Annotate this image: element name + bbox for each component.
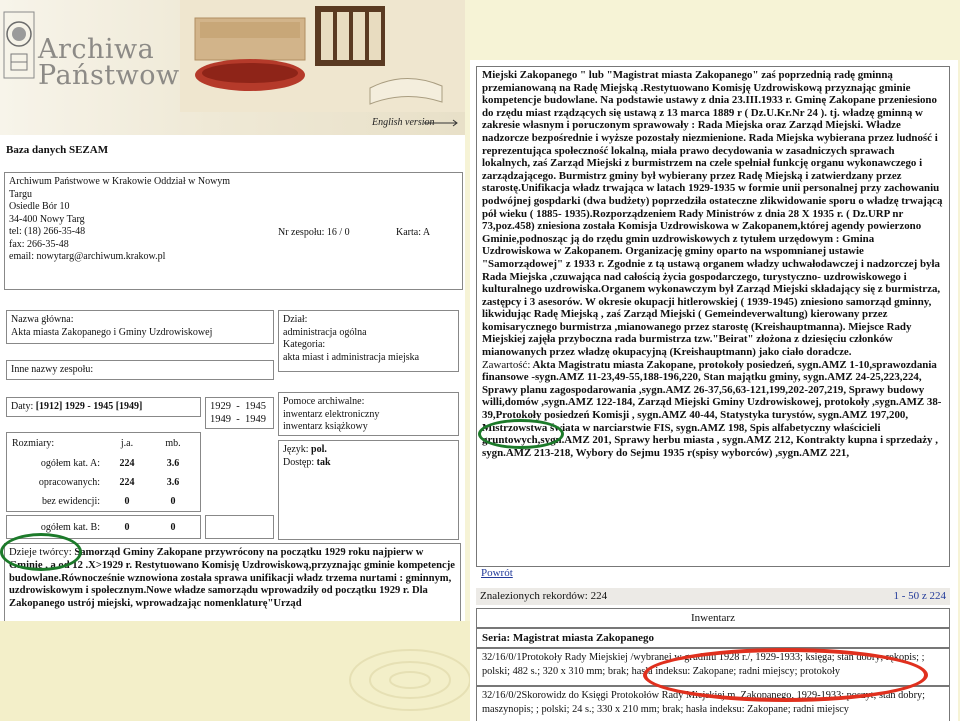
dates-label: Daty: <box>11 401 34 412</box>
language-access-box: Język: pol. Dostęp: tak <box>278 440 459 540</box>
back-link[interactable]: Powrót <box>481 567 513 579</box>
main-name-box: Nazwa główna: Akta miasta Zakopanego i G… <box>6 310 274 344</box>
language-line: Język: pol. <box>283 444 454 457</box>
fond-number: Nr zespołu: 16 / 0 <box>278 227 350 238</box>
contents-block: Zawartość: Akta Magistratu miasta Zakopa… <box>482 359 944 460</box>
division-box: Dział: administracja ogólna Kategoria: a… <box>278 310 459 372</box>
sizes-row-processed-meters: 3.6 <box>166 477 180 488</box>
other-names-box: Inne nazwy zespołu: <box>6 360 274 380</box>
language-label: Język: <box>283 444 309 455</box>
database-title: Baza danych SEZAM <box>6 144 109 156</box>
brand-line-panstwowe: Państwowe <box>38 60 197 91</box>
sizes-table: Rozmiary: j.a. mb. ogółem kat. A: 224 3.… <box>10 438 200 538</box>
archival-aids-box: Pomoce archiwalne: inwentarz elektronicz… <box>278 392 459 436</box>
aids-book: inwentarz książkowy <box>283 421 368 432</box>
sizes-b-empty-box <box>205 515 274 539</box>
records-found-bar: Znalezionych rekordów: 224 1 - 50 z 224 <box>476 588 950 605</box>
archive-email: email: nowytarg@archiwum.krakow.pl <box>9 251 166 262</box>
pagination-link[interactable]: 1 - 50 z 224 <box>893 590 946 602</box>
site-banner: Archiwa Państwowe English version <box>0 0 465 135</box>
contents-label: Zawartość: <box>482 358 531 371</box>
archive-name: Archiwum Państwowe w Krakowie Oddział w … <box>9 176 231 187</box>
dates-value: [1912] 1929 - 1945 [1949] <box>35 401 143 412</box>
sizes-row-total-a-label: ogółem kat. A: <box>40 458 100 469</box>
sizes-row-unregistered-units: 0 <box>124 496 130 507</box>
main-name-label: Nazwa główna: <box>11 314 74 325</box>
card-type: Karta: A <box>396 227 431 238</box>
creator-history-text: Samorząd Gminy Zakopane przywrócony na p… <box>9 547 455 610</box>
fond-description-panel: Miejski Zakopanego " lub "Magistrat mias… <box>470 60 958 721</box>
date-ranges-box: 1929 - 1945 1949 - 1949 <box>205 397 274 429</box>
state-archives-seal-icon <box>3 11 35 79</box>
creator-history-box: Dzieje twórcy: Samorząd Gminy Zakopane p… <box>4 543 461 621</box>
date-range-1: 1929 - 1945 <box>210 401 266 412</box>
access-line: Dostęp: tak <box>283 457 454 470</box>
division-label: Dział: <box>283 314 308 325</box>
dates-box: Daty: [1912] 1929 - 1945 [1949] <box>6 397 201 417</box>
inventory-header: Inwentarz <box>476 608 950 628</box>
description-box: Miejski Zakopanego " lub "Magistrat mias… <box>476 66 950 567</box>
archive-fax: fax: 266-35-48 <box>9 238 69 250</box>
archive-address-box: Archiwum Państwowe w Krakowie Oddział w … <box>4 172 463 290</box>
sizes-col-units: j.a. <box>120 438 134 449</box>
archive-postcode: 34-400 Nowy Targ <box>9 213 85 225</box>
records-count: Znalezionych rekordów: 224 <box>480 590 608 602</box>
sizes-row-total-b-units: 0 <box>124 522 130 533</box>
aids-electronic: inwentarz elektroniczny <box>283 408 380 420</box>
inventory-item[interactable]: 32/16/0/1Protokoły Rady Miejskiej /wybra… <box>476 648 950 686</box>
sizes-row-total-a-meters: 3.6 <box>166 458 180 469</box>
date-range-2: 1949 - 1949 <box>210 413 266 425</box>
record-card-panel: Archiwa Państwowe English version Baza d… <box>0 0 465 621</box>
sizes-row-processed-label: opracowanych: <box>38 477 100 488</box>
division-value: administracja ogólna <box>283 326 367 338</box>
contents-text: Akta Magistratu miasta Zakopane, protoko… <box>482 358 942 459</box>
sizes-row-total-b-label: ogółem kat. B: <box>40 522 100 533</box>
inventory-series: Seria: Magistrat miasta Zakopanego <box>476 628 950 648</box>
aids-label: Pomoce archiwalne: <box>283 396 365 407</box>
other-names-label: Inne nazwy zespołu: <box>11 364 94 375</box>
sizes-row-unregistered-label: bez ewidencji: <box>41 496 100 507</box>
sizes-row-total-b-meters: 0 <box>170 522 176 533</box>
access-value: tak <box>316 456 331 468</box>
creator-history-label: Dzieje twórcy: <box>9 547 72 558</box>
banner-archive-photo <box>180 0 465 112</box>
sizes-row-unregistered-meters: 0 <box>170 496 176 507</box>
inventory-item[interactable]: 32/16/0/2Skorowidz do Księgi Protokołów … <box>476 686 950 721</box>
archive-name-cont: Targu <box>9 188 32 200</box>
main-name-value: Akta miasta Zakopanego i Gminy Uzdrowisk… <box>11 326 213 338</box>
sizes-col-meters: mb. <box>165 438 181 449</box>
category-value: akta miast i administracja miejska <box>283 351 420 363</box>
arrow-right-icon <box>424 119 458 127</box>
description-text: Miejski Zakopanego " lub "Magistrat mias… <box>482 69 943 359</box>
category-label: Kategoria: <box>283 339 326 350</box>
sizes-label: Rozmiary: <box>12 438 55 449</box>
archive-street: Osiedle Bór 10 <box>9 201 70 212</box>
sizes-row-processed-units: 224 <box>119 477 135 488</box>
archive-phone: tel: (18) 266-35-48 <box>9 226 86 237</box>
language-value: pol. <box>311 444 327 455</box>
access-label: Dostęp: <box>283 456 315 468</box>
sizes-row-total-a-units: 224 <box>119 458 135 469</box>
